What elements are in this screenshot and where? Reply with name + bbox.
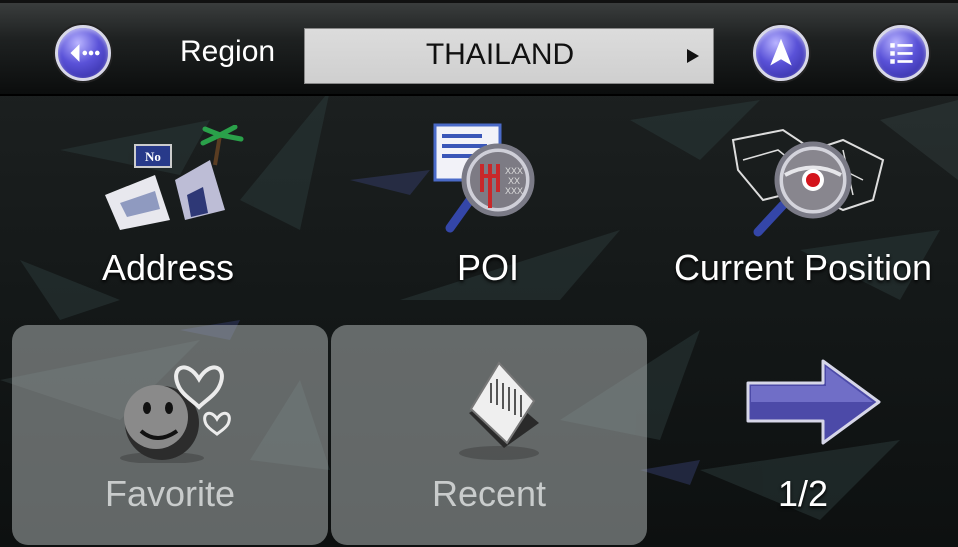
poi-search-icon: XXX XX XXX xyxy=(433,123,535,233)
svg-text:No: No xyxy=(145,149,161,164)
right-arrow-icon xyxy=(746,359,881,445)
region-select[interactable]: THAILAND xyxy=(304,28,714,84)
recent-icon xyxy=(459,361,539,460)
navigate-arrow-icon xyxy=(770,38,792,66)
region-value: THAILAND xyxy=(425,38,575,71)
navigation-search-screen: Region THAILAND No Address XXX XX XXX PO… xyxy=(0,0,958,547)
page-indicator: 1/2 xyxy=(777,473,829,514)
current-position-icon xyxy=(731,128,885,237)
next-page-tile[interactable]: 1/2 xyxy=(648,325,958,545)
navigate-button[interactable] xyxy=(753,25,809,81)
favorite-label: Favorite xyxy=(104,473,236,514)
current-position-label: Current Position xyxy=(673,247,933,288)
recent-label: Recent xyxy=(431,473,547,514)
recent-tile[interactable]: Recent xyxy=(331,325,647,545)
back-icon xyxy=(70,44,100,62)
address-icon: No xyxy=(105,125,244,230)
svg-text:XXX: XXX xyxy=(505,166,523,176)
region-label: Region xyxy=(180,35,276,68)
back-button[interactable] xyxy=(55,25,111,81)
poi-label: POI xyxy=(456,247,519,288)
chevron-right-icon xyxy=(687,49,699,63)
current-position-tile[interactable]: Current Position xyxy=(648,105,958,325)
top-bar: Region THAILAND xyxy=(0,0,958,96)
address-label: Address xyxy=(101,247,235,288)
svg-text:XX: XX xyxy=(508,176,520,186)
favorite-tile[interactable]: Favorite xyxy=(12,325,328,545)
address-tile[interactable]: No Address xyxy=(10,105,326,325)
favorite-icon xyxy=(120,365,231,463)
svg-text:XXX: XXX xyxy=(505,186,523,196)
menu-button[interactable] xyxy=(873,25,929,81)
poi-tile[interactable]: XXX XX XXX POI xyxy=(330,105,646,325)
menu-list-icon xyxy=(890,43,913,64)
